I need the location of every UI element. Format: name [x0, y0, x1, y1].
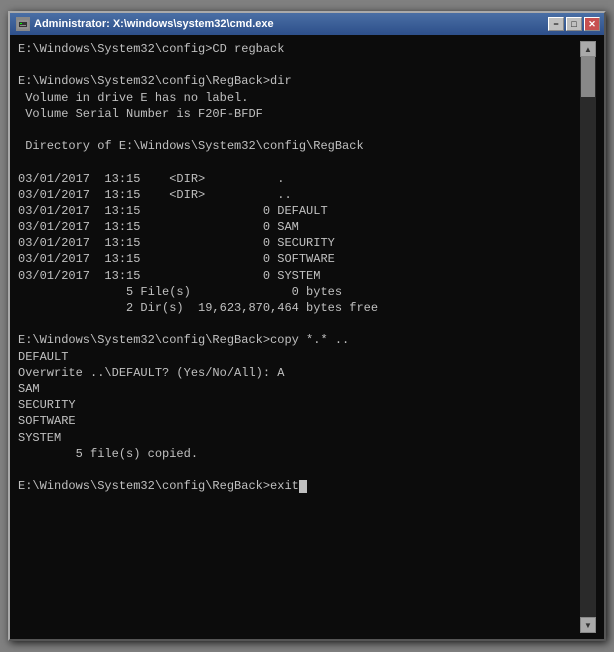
title-bar: Administrator: X:\windows\system32\cmd.e… — [10, 13, 604, 35]
cmd-window: Administrator: X:\windows\system32\cmd.e… — [8, 11, 606, 641]
console-area: E:\Windows\System32\config>CD regback E:… — [10, 35, 604, 639]
maximize-button[interactable]: □ — [566, 17, 582, 31]
scroll-down-button[interactable]: ▼ — [580, 617, 596, 633]
title-buttons: − □ ✕ — [548, 17, 600, 31]
cursor — [299, 480, 307, 493]
minimize-button[interactable]: − — [548, 17, 564, 31]
window-icon — [16, 17, 30, 31]
title-bar-left: Administrator: X:\windows\system32\cmd.e… — [16, 17, 274, 31]
scrollbar[interactable]: ▲ ▼ — [580, 41, 596, 633]
console-content[interactable]: E:\Windows\System32\config>CD regback E:… — [18, 41, 580, 633]
scrollbar-thumb[interactable] — [581, 57, 595, 97]
window-title: Administrator: X:\windows\system32\cmd.e… — [34, 18, 274, 30]
close-button[interactable]: ✕ — [584, 17, 600, 31]
scrollbar-track[interactable] — [580, 57, 596, 617]
console-output: E:\Windows\System32\config>CD regback E:… — [18, 41, 580, 494]
scroll-up-button[interactable]: ▲ — [580, 41, 596, 57]
